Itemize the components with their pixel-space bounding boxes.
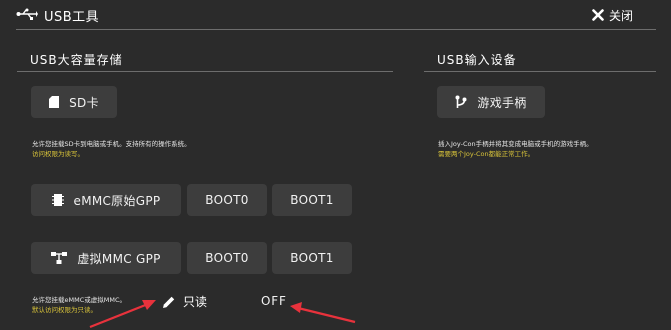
annotation-arrows — [89, 300, 356, 329]
annotation-arrow-readonly — [89, 302, 149, 329]
annotation-arrow-off — [297, 306, 356, 324]
